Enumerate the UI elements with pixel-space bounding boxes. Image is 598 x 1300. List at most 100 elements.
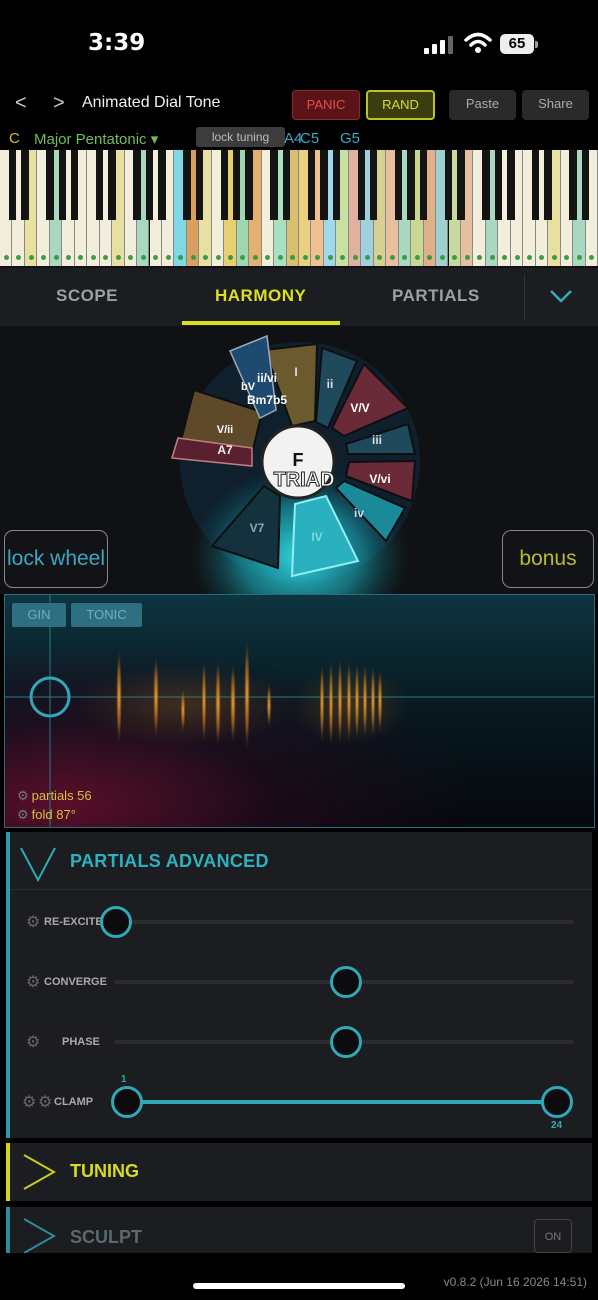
tab-harmony[interactable]: HARMONY [215, 286, 306, 306]
partials-advanced-header[interactable]: PARTIALS ADVANCED [10, 832, 592, 890]
piano-black-key[interactable] [507, 150, 515, 220]
cellular-signal-icon [424, 36, 453, 54]
gear-icon[interactable]: ⚙ [26, 972, 40, 992]
piano-black-key[interactable] [133, 150, 141, 220]
piano-black-key[interactable] [482, 150, 490, 220]
home-indicator[interactable] [193, 1283, 405, 1289]
harmony-panel: I ii V/V iii V/vi iv IV V7 V/ii A7 bV ii… [0, 326, 598, 594]
key-marker-dot [414, 255, 420, 260]
key-marker-dot [576, 255, 582, 260]
chevron-down-icon[interactable] [18, 842, 58, 884]
preset-title[interactable]: Animated Dial Tone [82, 94, 220, 112]
sculpt-title: SCULPT [70, 1227, 142, 1247]
key-marker-dot [365, 255, 370, 260]
partials-count[interactable]: ⚙ partials 56 [17, 788, 92, 804]
piano-black-key[interactable] [357, 150, 366, 220]
key-marker-dot [502, 255, 508, 260]
piano-black-key[interactable] [183, 150, 191, 220]
piano-black-key[interactable] [407, 150, 415, 220]
key-marker-dot [427, 255, 433, 260]
center-note: F [293, 450, 304, 470]
segment-label-I: I [294, 365, 297, 379]
key-marker-dot [215, 255, 221, 260]
key-marker-dot [477, 255, 483, 260]
scale-key[interactable]: C [9, 130, 20, 147]
piano-black-key[interactable] [46, 150, 54, 220]
piano-black-key[interactable] [58, 150, 67, 220]
tab-scope[interactable]: SCOPE [56, 286, 118, 306]
forward-button[interactable]: > [53, 92, 65, 115]
piano-black-key[interactable] [581, 150, 590, 220]
piano-keyboard[interactable] [0, 150, 598, 268]
gear-icon[interactable]: ⚙ [26, 1032, 40, 1052]
clamp-max-knob[interactable] [541, 1086, 573, 1118]
partial-line [362, 663, 368, 739]
chevron-right-icon[interactable] [18, 1215, 58, 1253]
lock-tuning-tooltip[interactable]: lock tuning [196, 127, 285, 147]
gear-icon[interactable]: ⚙ [38, 1092, 52, 1112]
tonic-chip[interactable]: TONIC [71, 603, 142, 627]
piano-black-key[interactable] [21, 150, 29, 220]
piano-black-key[interactable] [282, 150, 291, 220]
piano-black-key[interactable] [494, 150, 503, 220]
segment-label-V7: V7 [250, 521, 265, 535]
piano-black-key[interactable] [108, 150, 116, 220]
share-button[interactable]: Share [522, 90, 589, 120]
sculpt-panel[interactable]: SCULPT ON [6, 1207, 592, 1253]
piano-black-key[interactable] [320, 150, 328, 220]
paste-button[interactable]: Paste [449, 90, 516, 120]
piano-black-key[interactable] [8, 150, 17, 220]
segment-label-iii: iii [372, 433, 382, 447]
partial-line [153, 655, 159, 739]
key-marker-dot [377, 255, 383, 260]
clamp-min-knob[interactable] [111, 1086, 143, 1118]
piano-black-key[interactable] [145, 150, 154, 220]
key-marker-dot [252, 255, 258, 260]
gin-chip[interactable]: GIN [12, 603, 66, 627]
piano-black-key[interactable] [444, 150, 453, 220]
lock-wheel-button[interactable]: lock wheel [4, 530, 108, 588]
piano-black-key[interactable] [332, 150, 341, 220]
piano-black-key[interactable] [531, 150, 540, 220]
piano-black-key[interactable] [307, 150, 316, 220]
sculpt-on-toggle[interactable]: ON [534, 1219, 572, 1253]
piano-black-key[interactable] [419, 150, 428, 220]
partials-count-label: partials 56 [31, 788, 92, 803]
re-excite-slider[interactable] [114, 920, 574, 924]
phase-knob[interactable] [330, 1026, 362, 1058]
re-excite-knob[interactable] [100, 906, 132, 938]
segment-label-V-ii: V/ii [217, 424, 234, 436]
key-marker-dot [340, 255, 346, 260]
piano-black-key[interactable] [270, 150, 278, 220]
piano-black-key[interactable] [158, 150, 166, 220]
piano-black-key[interactable] [95, 150, 104, 220]
back-button[interactable]: < [15, 92, 27, 115]
piano-black-key[interactable] [569, 150, 577, 220]
rand-button[interactable]: RAND [366, 90, 435, 120]
piano-black-key[interactable] [245, 150, 253, 220]
bonus-button[interactable]: bonus [502, 530, 594, 588]
gear-icon[interactable]: ⚙ [22, 1092, 36, 1112]
chevron-down-icon[interactable] [547, 284, 575, 308]
converge-knob[interactable] [330, 966, 362, 998]
partials-scope[interactable]: GIN TONIC ⚙ partials 56 ⚙ fold 87° [4, 594, 595, 828]
piano-black-key[interactable] [195, 150, 204, 220]
piano-black-key[interactable] [220, 150, 228, 220]
panic-button[interactable]: PANIC [292, 90, 360, 120]
gear-icon[interactable]: ⚙ [26, 912, 40, 932]
scale-selector[interactable]: Major Pentatonic ▾ [34, 130, 158, 148]
tuning-panel[interactable]: TUNING [6, 1143, 592, 1201]
partials-advanced-title: PARTIALS ADVANCED [70, 851, 269, 871]
piano-black-key[interactable] [544, 150, 552, 220]
tab-partials[interactable]: PARTIALS [392, 286, 480, 306]
chevron-right-icon[interactable] [18, 1151, 58, 1193]
piano-black-key[interactable] [370, 150, 378, 220]
piano-black-key[interactable] [394, 150, 403, 220]
piano-black-key[interactable] [457, 150, 465, 220]
piano-black-key[interactable] [71, 150, 79, 220]
harmony-wheel[interactable]: I ii V/V iii V/vi iv IV V7 V/ii A7 bV ii… [150, 326, 450, 594]
partial-line [354, 661, 360, 741]
piano-black-key[interactable] [232, 150, 241, 220]
fold-amount[interactable]: ⚙ fold 87° [17, 807, 76, 823]
partial-line [244, 639, 250, 751]
